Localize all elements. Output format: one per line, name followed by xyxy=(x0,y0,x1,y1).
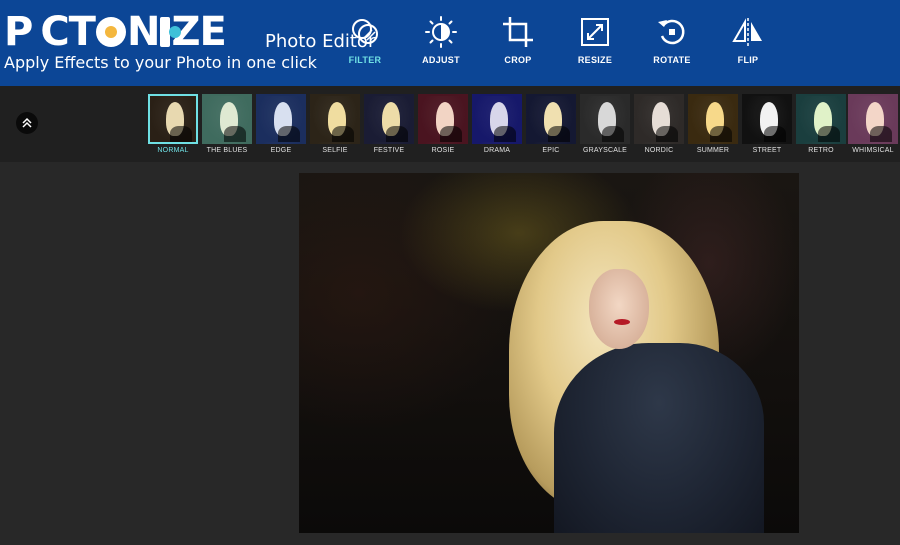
filter-label: WHIMSICAL xyxy=(852,147,894,154)
filter-street[interactable]: STREET xyxy=(742,94,792,154)
filter-label: EDGE xyxy=(270,147,292,154)
filter-thumbnail xyxy=(580,94,630,144)
filter-nordic[interactable]: NORDIC xyxy=(634,94,684,154)
tagline: Apply Effects to your Photo in one click xyxy=(4,53,317,72)
filter-label: RETRO xyxy=(808,147,834,154)
adjust-tool-button[interactable]: ADJUST xyxy=(411,14,471,70)
filter-label: SUMMER xyxy=(696,147,730,154)
filter-thumbnail xyxy=(256,94,306,144)
filter-thumbnail xyxy=(526,94,576,144)
filter-thumbnail xyxy=(634,94,684,144)
filter-thumbnail xyxy=(742,94,792,144)
filter-thumbnail xyxy=(148,94,198,144)
logo-o-mark xyxy=(95,17,126,47)
filter-drama[interactable]: DRAMA xyxy=(472,94,522,154)
logo-text-part2: N xyxy=(126,9,160,55)
filter-label: FESTIVE xyxy=(373,147,405,154)
filter-rosie[interactable]: ROSIE xyxy=(418,94,468,154)
filter-label: EPIC xyxy=(542,147,560,154)
resize-tool-label: RESIZE xyxy=(577,55,613,65)
flip-tool-button[interactable]: FLIP xyxy=(718,14,778,70)
resize-tool-button[interactable]: RESIZE xyxy=(565,14,625,70)
filter-tool-button[interactable]: FILTER xyxy=(335,14,395,70)
filter-circles-icon xyxy=(352,19,378,44)
flip-tool-label: FLIP xyxy=(737,55,759,65)
filter-summer[interactable]: SUMMER xyxy=(688,94,738,154)
filter-the-blues[interactable]: THE BLUES xyxy=(202,94,252,154)
collapse-filters-button[interactable] xyxy=(16,112,38,134)
rotate-icon xyxy=(658,19,685,45)
adjust-tool-label: ADJUST xyxy=(422,55,460,65)
filter-label: DRAMA xyxy=(483,147,511,154)
logo-text-part1: P CT xyxy=(4,9,96,55)
logo-i-mark xyxy=(160,17,182,47)
filter-label: STREET xyxy=(752,147,782,154)
brightness-icon xyxy=(425,16,457,48)
photo-canvas[interactable] xyxy=(299,173,799,533)
filter-thumbnail xyxy=(472,94,522,144)
filter-grayscale[interactable]: GRAYSCALE xyxy=(580,94,630,154)
flip-icon xyxy=(732,18,762,46)
photo-subject-face xyxy=(589,269,649,349)
chevron-up-icon xyxy=(22,117,32,128)
photo-subject-lips xyxy=(614,319,630,325)
filter-normal[interactable]: NORMAL xyxy=(148,94,198,154)
filter-label: THE BLUES xyxy=(206,147,248,154)
pictonize-logo[interactable]: P CT N ZE xyxy=(4,9,227,55)
crop-tool-label: CROP xyxy=(504,55,532,65)
filter-label: GRAYSCALE xyxy=(582,147,628,154)
filter-thumbnail xyxy=(688,94,738,144)
filter-label: NORMAL xyxy=(157,147,189,154)
filter-thumbnail xyxy=(364,94,414,144)
crop-icon xyxy=(503,17,533,47)
filter-selfie[interactable]: SELFIE xyxy=(310,94,360,154)
app-header: P CT N ZE Apply Effects to your Photo in … xyxy=(0,0,900,86)
filter-label: NORDIC xyxy=(644,147,674,154)
filter-epic[interactable]: EPIC xyxy=(526,94,576,154)
filter-label: SELFIE xyxy=(322,147,348,154)
filter-thumbnail xyxy=(202,94,252,144)
filter-tool-label: FILTER xyxy=(348,55,382,65)
rotate-tool-button[interactable]: ROTATE xyxy=(642,14,702,70)
crop-tool-button[interactable]: CROP xyxy=(488,14,548,70)
photo-subject-shawl xyxy=(554,343,764,533)
filter-edge[interactable]: EDGE xyxy=(256,94,306,154)
filter-retro[interactable]: RETRO xyxy=(796,94,846,154)
filter-thumbnail xyxy=(796,94,846,144)
filter-festive[interactable]: FESTIVE xyxy=(364,94,414,154)
filter-label: ROSIE xyxy=(431,147,455,154)
resize-icon xyxy=(581,18,609,46)
filter-thumbnail xyxy=(418,94,468,144)
filter-thumbnail xyxy=(848,94,898,144)
filter-whimsical[interactable]: WHIMSICAL xyxy=(848,94,898,154)
rotate-tool-label: ROTATE xyxy=(653,55,691,65)
filter-thumbnail xyxy=(310,94,360,144)
